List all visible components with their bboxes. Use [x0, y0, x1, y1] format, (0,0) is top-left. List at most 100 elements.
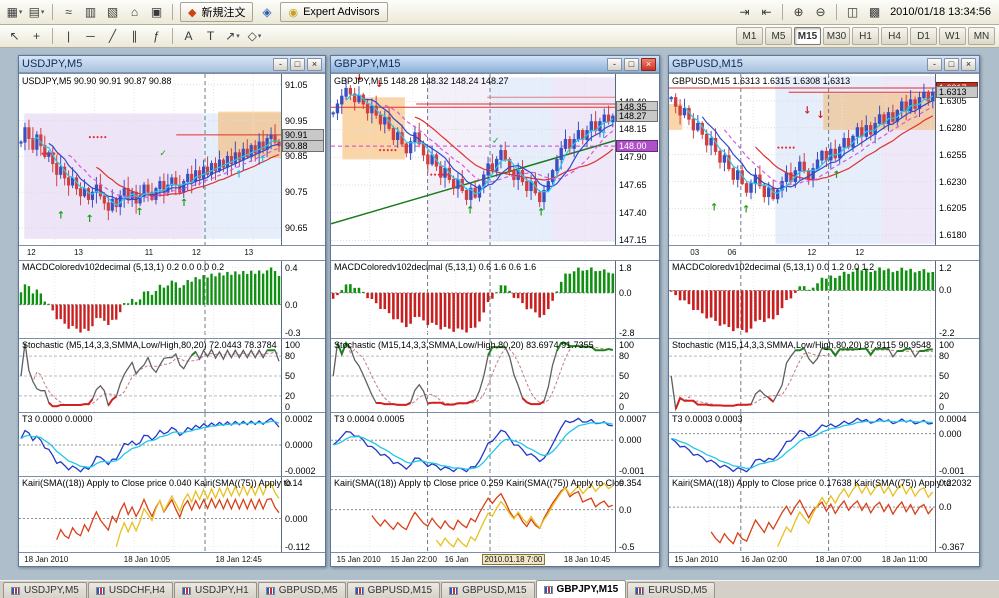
new-order-button[interactable]: ◆ 新規注文 — [180, 2, 254, 22]
navigator-button[interactable]: ⌂ — [124, 3, 145, 22]
metaeditor-button[interactable]: ◈ — [256, 3, 277, 22]
window-titlebar[interactable]: USDJPY,M5 - □ × — [19, 56, 325, 73]
minimize-button[interactable]: - — [927, 57, 942, 71]
price-pane[interactable]: ↑ ↑ ↑ ↑ ↑ ↑ ••••• ••••• ✓ USDJPY,M5 90.90 90.91 9… — [19, 73, 325, 246]
t3-pane[interactable]: T3 0.0000 0.0000 0.0002 0.0000 -0.0002 — [19, 412, 325, 477]
kairi-chart[interactable] — [669, 477, 935, 553]
macd-pane[interactable]: MACDColoredv102decimal (5,13,1) 0.6 1.6 … — [331, 260, 659, 339]
tab-gbpusd-m5[interactable]: GBPUSD,M5 — [257, 582, 346, 598]
timeframe-m15[interactable]: M15 — [794, 27, 821, 45]
timeframe-m5[interactable]: M5 — [765, 27, 792, 45]
timeframe-mn[interactable]: MN — [968, 27, 995, 45]
data-window-button[interactable]: ▧ — [102, 3, 123, 22]
maximize-button[interactable]: □ — [290, 57, 305, 71]
macd-chart[interactable] — [331, 261, 615, 339]
stoch-chart[interactable] — [331, 339, 615, 413]
candlestick-chart[interactable]: ↓↓↑ ↑••••••••••✓↑ — [331, 74, 615, 246]
indicator-axis[interactable]: 1.2 0.0 -2.2 — [935, 261, 979, 338]
tab-eurusd-m5[interactable]: EURUSD,M5 — [627, 582, 716, 598]
terminal-button[interactable]: ▣ — [146, 3, 167, 22]
stoch-pane[interactable]: Stochastic (M15,14,3,3,SMMA,Low/High,80,… — [669, 338, 979, 413]
profiles-button[interactable]: ▤ ▾ — [26, 3, 47, 22]
kairi-pane[interactable]: Kairi(SMA((18)) Apply to Close price 0.0… — [19, 476, 325, 553]
price-axis[interactable]: 1.6305 1.6280 1.6255 1.6230 1.6205 1.6180 1.63… — [935, 74, 979, 245]
timeframe-m1[interactable]: M1 — [736, 27, 763, 45]
arrows-tool[interactable]: ↗ ▾ — [222, 27, 243, 46]
indicator-axis[interactable]: 0.4 0.0 -0.3 — [281, 261, 325, 338]
text-tool[interactable]: A — [178, 27, 199, 46]
chart-shift-button[interactable]: ⇤ — [756, 3, 777, 22]
tick-chart-button[interactable]: ≈ — [58, 3, 79, 22]
macd-pane[interactable]: MACDColoredv102decimal (5,13,1) 0.2 0.0 … — [19, 260, 325, 339]
window-titlebar[interactable]: GBPJPY,M15 - □ × — [331, 56, 659, 73]
expert-advisors-button[interactable]: ◉ Expert Advisors — [280, 2, 388, 22]
cascade-windows-button[interactable]: ▩ — [864, 3, 885, 22]
time-axis-bottom[interactable]: 18 Jan 2010 18 Jan 10:05 18 Jan 12:45 — [19, 552, 325, 566]
candlestick-chart[interactable]: ↓ ↓ ↑ ↑ ↑ ••••• ↑ — [669, 74, 935, 246]
indicator-axis[interactable]: 0.14 0.000 -0.112 — [281, 477, 325, 552]
indicator-axis[interactable]: 0.22032 0.0 -0.367 — [935, 477, 979, 552]
close-button[interactable]: × — [961, 57, 976, 71]
indicator-axis[interactable]: 100 80 50 20 0 — [615, 339, 659, 412]
tab-usdchf-h4[interactable]: USDCHF,H4 — [87, 582, 173, 598]
kairi-chart[interactable] — [19, 477, 281, 553]
time-axis-mid[interactable] — [331, 245, 659, 260]
price-axis[interactable]: 91.05 90.95 90.85 90.75 90.65 90.91 90.88 — [281, 74, 325, 245]
tab-gbpjpy-m15[interactable]: GBPJPY,M15 — [535, 580, 627, 598]
kairi-chart[interactable] — [331, 477, 615, 553]
t3-pane[interactable]: T3 0.0004 0.0005 0.0007 0.000 -0.001 — [331, 412, 659, 477]
timeframe-h1[interactable]: H1 — [852, 27, 879, 45]
kairi-pane[interactable]: Kairi(SMA((18)) Apply to Close price 0.1… — [669, 476, 979, 553]
minimize-button[interactable]: - — [273, 57, 288, 71]
zoom-out-button[interactable]: ⊖ — [810, 3, 831, 22]
market-watch-button[interactable]: ▥ — [80, 3, 101, 22]
auto-scroll-button[interactable]: ⇥ — [734, 3, 755, 22]
stoch-pane[interactable]: Stochastic (M5,14,3,3,SMMA,Low/High,80,2… — [19, 338, 325, 413]
crosshair-tool[interactable]: + — [26, 27, 47, 46]
maximize-button[interactable]: □ — [944, 57, 959, 71]
candlestick-chart[interactable]: ↑ ↑ ↑ ↑ ↑ ↑ ••••• ••••• ✓ — [19, 74, 281, 246]
price-pane[interactable]: ↓ ↓ ↑ ↑ ••••• ••••• ✓ ↑ GBPJPY,M15 148.28 148.32… — [331, 73, 659, 246]
tab-gbpusd-m15[interactable]: GBPUSD,M15 — [346, 582, 441, 598]
indicator-axis[interactable]: 0.0004 0.000 -0.001 — [935, 413, 979, 476]
indicator-axis[interactable]: 0.354 0.0 -0.5 — [615, 477, 659, 552]
text-label-tool[interactable]: T — [200, 27, 221, 46]
time-axis-mid[interactable]: 12 13 11 12 13 — [19, 245, 325, 260]
close-button[interactable]: × — [307, 57, 322, 71]
timeframe-d1[interactable]: D1 — [910, 27, 937, 45]
price-pane[interactable]: ↓ ↓ ↑ ↑ ↑ ••••• ↑ GBPUSD,M15 1.6313 1.6315 1.63… — [669, 73, 979, 246]
shapes-tool[interactable]: ◇ ▾ — [244, 27, 265, 46]
trendline-tool[interactable]: ╱ — [102, 27, 123, 46]
t3-pane[interactable]: T3 0.0003 0.0003 0.0004 0.000 -0.001 — [669, 412, 979, 477]
new-chart-button[interactable]: ▦ ▾ — [4, 3, 25, 22]
timeframe-m30[interactable]: M30 — [823, 27, 850, 45]
indicator-axis[interactable]: 0.0007 0.000 -0.001 — [615, 413, 659, 476]
indicator-axis[interactable]: 100 80 50 20 0 — [935, 339, 979, 412]
stoch-chart[interactable] — [19, 339, 281, 413]
macd-pane[interactable]: MACDColoredv102decimal (5,13,1) 0.0 1.2 … — [669, 260, 979, 339]
chart-window-usdjpy-m5[interactable]: USDJPY,M5 - □ × ↑ ↑ ↑ ↑ ↑ ↑ ••••• ••••• ✓ USDJPY,M5 9… — [18, 55, 326, 567]
stoch-chart[interactable] — [669, 339, 935, 413]
chart-window-gbpusd-m15[interactable]: GBPUSD,M15 - □ × ↓ ↓ ↑ ↑ ↑ ••••• ↑ GBPUSD,M15 1.631… — [668, 55, 980, 567]
macd-chart[interactable] — [669, 261, 935, 339]
window-titlebar[interactable]: GBPUSD,M15 - □ × — [669, 56, 979, 73]
stoch-pane[interactable]: Stochastic (M15,14,3,3,SMMA,Low/High,80,… — [331, 338, 659, 413]
minimize-button[interactable]: - — [607, 57, 622, 71]
cursor-tool[interactable]: ↖ — [4, 27, 25, 46]
price-axis[interactable]: 148.40148.15147.90147.65147.40147.15148.… — [615, 74, 659, 245]
time-axis-bottom[interactable]: 15 Jan 2010 15 Jan 22:00 16 Jan 2010.01.18 … — [331, 552, 659, 566]
indicator-axis[interactable]: 1.8 0.0 -2.8 — [615, 261, 659, 338]
vertical-line-tool[interactable]: | — [58, 27, 79, 46]
maximize-button[interactable]: □ — [624, 57, 639, 71]
timeframe-h4[interactable]: H4 — [881, 27, 908, 45]
tab-usdjpy-m5[interactable]: USDJPY,M5 — [3, 582, 87, 598]
indicator-axis[interactable]: 100 80 50 20 0 — [281, 339, 325, 412]
macd-chart[interactable] — [19, 261, 281, 339]
tile-windows-button[interactable]: ◫ — [842, 3, 863, 22]
tab-usdjpy-h1[interactable]: USDJPY,H1 — [173, 582, 257, 598]
chart-window-gbpjpy-m15[interactable]: GBPJPY,M15- □ × ↓ ↓ ↑ ↑ ••••• ••••• ✓ ↑ GBPJPY,M15 … — [330, 55, 660, 567]
time-axis-mid[interactable]: 03 06 12 12 — [669, 245, 979, 260]
timeframe-w1[interactable]: W1 — [939, 27, 966, 45]
zoom-in-button[interactable]: ⊕ — [788, 3, 809, 22]
indicator-axis[interactable]: 0.0002 0.0000 -0.0002 — [281, 413, 325, 476]
